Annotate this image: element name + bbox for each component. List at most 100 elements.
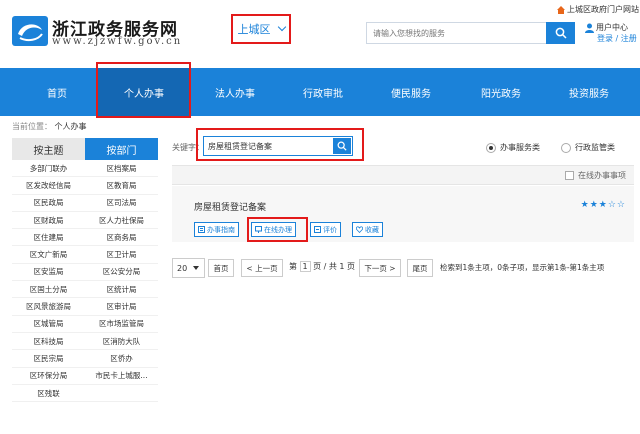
sidebar-item-department[interactable]: 区民宗局 [12, 350, 85, 366]
next-page-button[interactable]: 下一页 > [359, 259, 401, 277]
user-box: 用户中心 登录 / 注册 [585, 22, 637, 44]
nav-investment-services[interactable]: 投资服务 [548, 68, 630, 116]
department-row: 区环保分局 市民卡上城服... [12, 368, 158, 385]
page-size-value: 20 [177, 263, 188, 273]
prev-page-button[interactable]: < 上一页 [241, 259, 283, 277]
search-button[interactable] [546, 22, 575, 44]
department-row: 多部门联办 区档案局 [12, 160, 158, 178]
radio-supervision[interactable]: 行政监管类 [561, 142, 615, 153]
sidebar-item-department[interactable]: 多部门联办 [12, 160, 85, 176]
online-process-label: 在线办理 [264, 225, 292, 234]
search-icon [337, 141, 347, 151]
guide-button[interactable]: 办事指南 [194, 222, 239, 237]
sidebar-item-department[interactable]: 区消防大队 [85, 333, 158, 349]
sidebar-item-department[interactable]: 区风景旅游局 [12, 298, 85, 314]
radio-service-label: 办事服务类 [500, 143, 540, 152]
department-row: 区安监局 区公安分局 [12, 264, 158, 282]
caret-down-icon [193, 266, 200, 270]
star-filled-icon: ★ [589, 200, 599, 210]
sidebar-item-department[interactable]: 区安监局 [12, 264, 85, 280]
sidebar-item-department[interactable]: 区环保分局 [12, 368, 85, 384]
favorite-button[interactable]: 收藏 [352, 222, 383, 237]
radio-supervision-label: 行政监管类 [575, 143, 615, 152]
sidebar-item-department[interactable]: 区国土分局 [12, 281, 85, 297]
auth-separator: / [615, 34, 619, 43]
site-logo-icon[interactable] [12, 16, 48, 46]
user-icon [585, 23, 594, 33]
checkbox-box [565, 171, 574, 180]
portal-link-label: 上城区政府门户网站 [567, 5, 639, 14]
current-page-input[interactable]: 1 [299, 261, 311, 272]
nav-open-government[interactable]: 阳光政务 [460, 68, 542, 116]
department-row: 区发改经信局 区教育局 [12, 177, 158, 195]
favorite-label: 收藏 [365, 225, 379, 234]
first-page-button[interactable]: 首页 [208, 259, 234, 277]
user-center-label: 用户中心 [596, 23, 628, 32]
sidebar-item-department[interactable]: 区人力社保局 [85, 212, 158, 228]
sidebar-item-department[interactable]: 区科技局 [12, 333, 85, 349]
sidebar-item-department[interactable]: 区司法局 [85, 195, 158, 211]
page-size-select[interactable]: 20 [172, 258, 205, 278]
keyword-input[interactable] [204, 137, 330, 155]
online-process-button[interactable]: 在线办理 [251, 222, 296, 237]
register-link[interactable]: 注册 [621, 34, 637, 43]
sidebar-item-department[interactable]: 区卫计局 [85, 246, 158, 262]
sidebar-item-department[interactable]: 市民卡上城服... [85, 368, 158, 384]
sidebar-item-department[interactable]: 区侨办 [85, 350, 158, 366]
last-page-button[interactable]: 尾页 [407, 259, 433, 277]
sidebar-item-department[interactable]: 区财政局 [12, 212, 85, 228]
nav-administrative-approval[interactable]: 行政审批 [282, 68, 364, 116]
search-input[interactable] [367, 23, 547, 43]
sidebar-item-department[interactable]: 区审计局 [85, 298, 158, 314]
guide-label: 办事指南 [207, 225, 235, 234]
user-center-link[interactable]: 用户中心 [585, 22, 637, 33]
sidebar-item-department[interactable]: 区档案局 [85, 160, 158, 176]
radio-service[interactable]: 办事服务类 [486, 142, 540, 153]
radio-supervision-dot [561, 142, 571, 153]
tab-by-topic[interactable]: 按主题 [12, 138, 85, 160]
star-empty-icon: ☆ [607, 200, 617, 210]
nav-home[interactable]: 首页 [18, 68, 96, 116]
region-label: 上城区 [237, 23, 271, 36]
evaluate-button[interactable]: 评价 [310, 222, 341, 237]
guide-icon [198, 226, 205, 233]
sidebar-item-department[interactable]: 区教育局 [85, 177, 158, 193]
portal-link[interactable]: 上城区政府门户网站 [557, 4, 639, 15]
online-only-label: 在线办事事项 [578, 171, 626, 180]
department-row: 区民政局 区司法局 [12, 195, 158, 212]
nav-corporate-affairs[interactable]: 法人办事 [194, 68, 276, 116]
department-row: 区民宗局 区侨办 [12, 350, 158, 368]
result-title[interactable]: 房屋租赁登记备案 [194, 200, 266, 213]
tab-by-department[interactable]: 按部门 [85, 138, 158, 160]
sidebar-item-department[interactable]: 区统计局 [85, 281, 158, 297]
keyword-search [203, 136, 353, 156]
region-selector[interactable]: 上城区 [231, 14, 291, 44]
online-only-checkbox[interactable]: 在线办事事项 [565, 170, 626, 181]
sidebar-item-department[interactable]: 区住建局 [12, 229, 85, 245]
department-row: 区财政局 区人力社保局 [12, 212, 158, 230]
comment-icon [314, 226, 321, 233]
home-icon [557, 5, 565, 14]
main-nav: 首页 个人办事 法人办事 行政审批 便民服务 阳光政务 投资服务 [0, 68, 640, 116]
department-row: 区住建局 区商务局 [12, 229, 158, 247]
keyword-search-button[interactable] [333, 138, 351, 154]
sidebar-item-department[interactable]: 区商务局 [85, 229, 158, 245]
sidebar-item-department[interactable]: 区民政局 [12, 195, 85, 211]
sidebar-item-department[interactable]: 区残联 [12, 385, 85, 401]
page-suffix: 页 / 共 1 页 [313, 262, 356, 271]
sidebar-item-department[interactable]: 区城管局 [12, 316, 85, 332]
sidebar-item-department[interactable]: 区市场监管局 [85, 316, 158, 332]
department-row: 区文广新局 区卫计局 [12, 246, 158, 264]
page-prefix: 第 [289, 262, 297, 271]
sidebar-item-department[interactable]: 区文广新局 [12, 246, 85, 262]
sidebar-item-department[interactable]: 区公安分局 [85, 264, 158, 280]
sidebar-item-department[interactable]: 区发改经信局 [12, 177, 85, 193]
site-url: www.zjzwfw.gov.cn [52, 36, 183, 47]
department-row: 区科技局 区消防大队 [12, 333, 158, 351]
login-link[interactable]: 登录 [597, 34, 613, 43]
nav-convenience-services[interactable]: 便民服务 [370, 68, 452, 116]
nav-personal-affairs[interactable]: 个人办事 [98, 68, 190, 116]
sidebar-tabs: 按主题 按部门 [12, 138, 158, 160]
site-search [366, 22, 575, 44]
department-row: 区残联 [12, 385, 158, 403]
